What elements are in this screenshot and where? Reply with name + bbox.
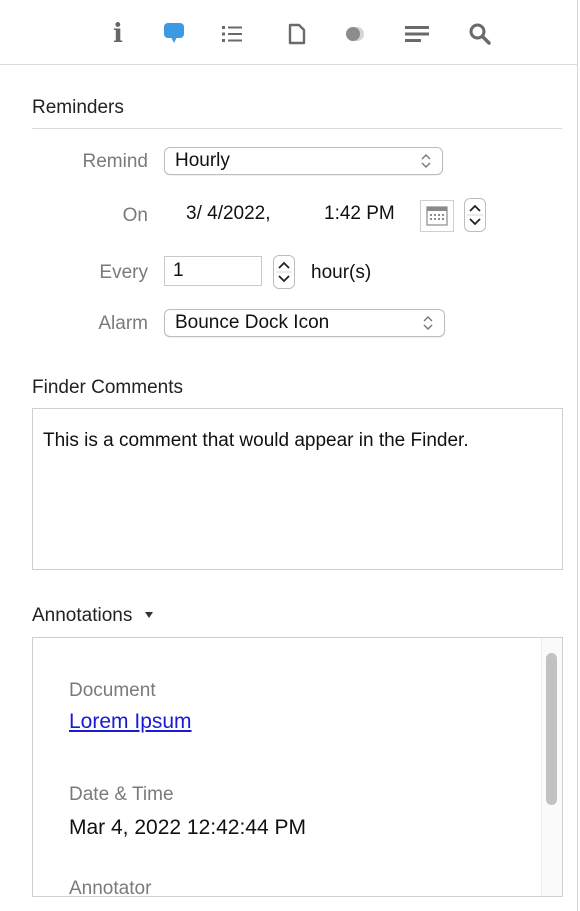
chevron-updown-icon [423, 316, 433, 330]
document-link-text[interactable]: Lorem Ipsum [69, 710, 192, 733]
inspector-toolbar: i [0, 0, 578, 65]
every-unit-label: hour(s) [311, 262, 372, 283]
every-label: Every [99, 262, 148, 283]
date-stepper[interactable] [464, 198, 486, 232]
remind-label: Remind [82, 151, 148, 172]
alarm-value: Bounce Dock Icon [175, 312, 330, 333]
info-glyph: i [113, 19, 123, 49]
stepper-arrows-icon [467, 204, 483, 226]
datetime-value: Mar 4, 2022 12:42:44 PM [69, 816, 306, 839]
document-label: Document [69, 680, 156, 701]
finder-comments-title: Finder Comments [32, 377, 183, 398]
remind-value: Hourly [175, 150, 230, 171]
annotations-scrollbar[interactable] [541, 638, 562, 896]
on-date-field[interactable]: 3/ 4/2022, [186, 203, 271, 225]
on-time-field[interactable]: 1:42 PM [324, 203, 395, 225]
alarm-popup[interactable]: Bounce Dock Icon [164, 309, 445, 337]
lines-icon[interactable] [403, 20, 431, 48]
every-stepper[interactable] [273, 255, 295, 289]
annotations-title-label: Annotations [32, 605, 133, 626]
alarm-label: Alarm [98, 313, 148, 334]
annotations-title[interactable]: Annotations [32, 605, 154, 627]
every-input[interactable]: 1 [164, 256, 262, 286]
search-icon[interactable] [466, 20, 494, 48]
stepper-arrows-icon [276, 261, 292, 283]
calendar-icon [426, 206, 448, 226]
comment-icon[interactable] [160, 20, 188, 48]
annotations-list[interactable]: Document Lorem Ipsum Date & Time Mar 4, … [32, 637, 563, 897]
reminders-title: Reminders [32, 97, 124, 118]
circles-icon[interactable] [341, 20, 369, 48]
info-icon[interactable]: i [104, 20, 132, 48]
remind-popup[interactable]: Hourly [164, 147, 443, 175]
scrollbar-thumb[interactable] [546, 653, 557, 805]
chevron-updown-icon [421, 154, 431, 168]
reminders-divider [32, 128, 562, 129]
on-label: On [122, 205, 148, 226]
calendar-button[interactable] [420, 200, 454, 232]
document-link[interactable]: Lorem Ipsum [69, 710, 192, 734]
datetime-label: Date & Time [69, 784, 174, 805]
annotator-label: Annotator [69, 878, 152, 897]
list-icon[interactable] [218, 20, 246, 48]
document-icon[interactable] [283, 20, 311, 48]
finder-comments-textarea[interactable]: This is a comment that would appear in t… [32, 408, 563, 570]
disclosure-triangle-icon [144, 612, 153, 618]
inspector-panel: i Reminders Remind Hourly On 3/ 4/2022, … [0, 0, 578, 911]
